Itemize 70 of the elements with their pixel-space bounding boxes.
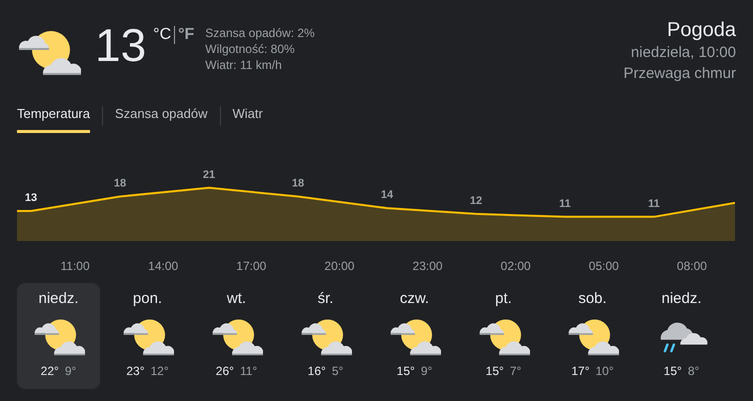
high-temperature: 23° xyxy=(126,362,144,380)
area-extension xyxy=(17,210,31,240)
high-temperature: 15° xyxy=(664,362,682,380)
current-temperature: 13 xyxy=(95,22,146,68)
day-card[interactable]: wt. 26° 11° xyxy=(195,282,278,388)
day-card[interactable]: śr. 16° 5° xyxy=(284,282,367,388)
time-label: 17:00 xyxy=(236,258,266,274)
high-temperature: 22° xyxy=(40,362,59,380)
high-temperature: 17° xyxy=(571,362,590,380)
day-card[interactable]: pon. 23° 12° xyxy=(106,282,189,388)
high-temperature: 15° xyxy=(486,362,504,380)
day-card[interactable]: niedz. 15° 8° xyxy=(640,282,723,388)
line-extension xyxy=(17,210,31,212)
time-label: 20:00 xyxy=(324,258,354,274)
sun-cloud-icon xyxy=(210,316,262,356)
high-temperature: 15° xyxy=(396,362,415,380)
day-name: śr. xyxy=(318,288,334,308)
low-temperature: 5° xyxy=(332,362,344,380)
tab[interactable]: Szansa opadów xyxy=(114,100,208,132)
high-temperature: 26° xyxy=(216,362,234,380)
weather-detail: Wiatr: 11 km/h xyxy=(205,57,283,73)
sun-cloud-icon xyxy=(566,316,618,356)
low-temperature: 7° xyxy=(510,362,522,380)
low-temperature: 12° xyxy=(150,362,169,380)
day-name: niedz. xyxy=(38,288,79,308)
time-label: 02:00 xyxy=(500,258,531,274)
day-name: sob. xyxy=(578,288,607,308)
sun-cloud-icon xyxy=(122,316,174,356)
temperature-label: 21 xyxy=(202,168,216,180)
condition-text: Przewaga chmur xyxy=(623,64,736,84)
temperature-label: 14 xyxy=(380,188,394,201)
sun-cloud-icon xyxy=(478,316,530,356)
sun-cloud-icon xyxy=(32,316,84,356)
time-label: 14:00 xyxy=(148,258,178,274)
day-name: pt. xyxy=(495,288,512,308)
temperature-label: 11 xyxy=(648,197,660,210)
unit-toggle[interactable]: °C xyxy=(150,26,174,44)
widget-title: Pogoda xyxy=(667,18,736,42)
day-name: czw. xyxy=(400,288,430,308)
low-temperature: 8° xyxy=(688,362,700,380)
low-temperature: 9° xyxy=(64,362,76,380)
day-card[interactable]: czw. 15° 9° xyxy=(373,282,456,388)
temperature-label: 12 xyxy=(470,194,482,206)
time-label: 08:00 xyxy=(676,258,707,274)
time-label: 11:00 xyxy=(60,258,90,274)
day-name: pon. xyxy=(132,288,162,308)
day-name: niedz. xyxy=(661,288,702,308)
low-temperature: 11° xyxy=(240,362,258,380)
temperature-label: 18 xyxy=(114,177,126,189)
day-card[interactable]: niedz. 22° 9° xyxy=(17,282,100,388)
sun-cloud-icon xyxy=(300,316,352,356)
time-label: 23:00 xyxy=(412,258,443,274)
time-label: 05:00 xyxy=(588,258,619,274)
date-time: niedziela, 10:00 xyxy=(630,43,736,63)
unit-toggle[interactable]: °F xyxy=(174,26,198,44)
sun-cloud-icon xyxy=(17,28,81,76)
tab[interactable]: Temperatura xyxy=(17,100,90,132)
tab[interactable]: Wiatr xyxy=(232,100,263,132)
high-temperature: 16° xyxy=(308,362,326,380)
temperature-label: 11 xyxy=(559,197,571,210)
low-temperature: 10° xyxy=(596,362,614,380)
day-card[interactable]: sob. 17° 10° xyxy=(551,282,634,388)
sun-cloud-icon xyxy=(388,316,440,356)
weather-detail: Szansa opadów: 2% xyxy=(205,25,315,41)
day-name: wt. xyxy=(226,288,246,308)
low-temperature: 9° xyxy=(420,362,432,380)
temperature-label: 13 xyxy=(24,192,38,204)
weather-detail: Wilgotność: 80% xyxy=(205,41,296,57)
day-card[interactable]: pt. 15° 7° xyxy=(462,282,545,388)
temperature-label: 18 xyxy=(292,177,304,189)
